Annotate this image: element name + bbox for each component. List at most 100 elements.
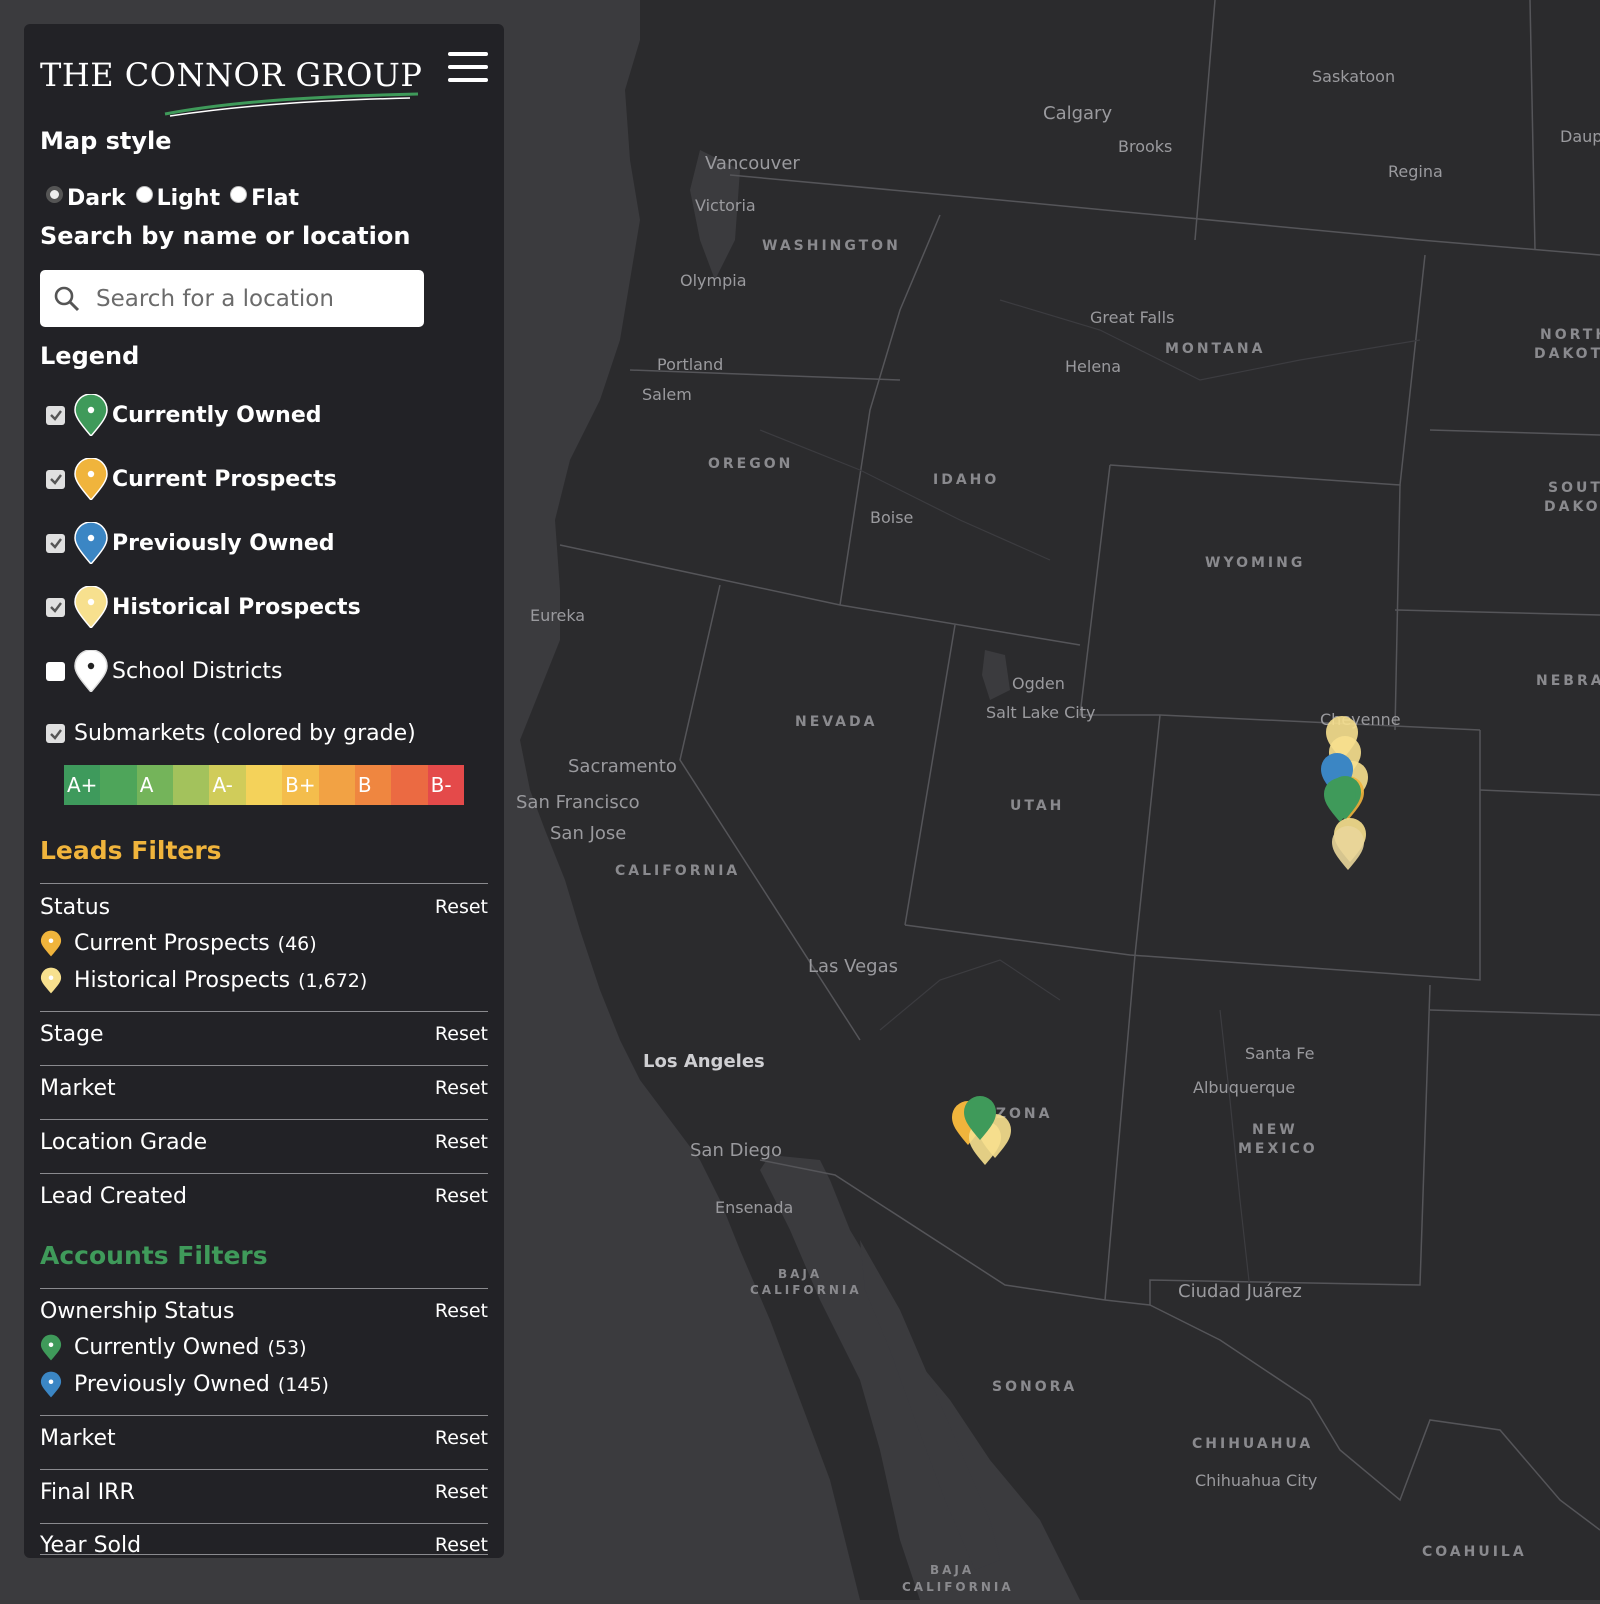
filter-lead-created-row: Lead Created Reset xyxy=(40,1181,488,1211)
legend-item-previously-owned[interactable]: Previously Owned xyxy=(46,522,335,564)
orange-pin-icon xyxy=(40,930,62,957)
map-style-light-radio[interactable] xyxy=(135,186,153,203)
checkmark-icon xyxy=(49,728,62,740)
legend-school-districts-checkbox[interactable] xyxy=(46,661,65,681)
green-pin-icon xyxy=(40,1334,62,1361)
hamburger-menu-button[interactable] xyxy=(448,52,488,86)
map-style-options: Dark Light Flat xyxy=(46,186,309,211)
map-label-san-jose: San Jose xyxy=(550,823,627,844)
leads-filters-heading: Leads Filters xyxy=(40,836,222,865)
legend-item-currently-owned[interactable]: Currently Owned xyxy=(46,394,322,436)
filter-ownership-status-row: Ownership Status Reset xyxy=(40,1296,488,1326)
ownership-previously-owned-count: (145) xyxy=(277,1373,329,1396)
light-yellow-pin-icon xyxy=(40,967,62,994)
map-label-ciudad-juarez: Ciudad Juárez xyxy=(1178,1281,1302,1302)
filter-year-sold-reset-button[interactable]: Reset xyxy=(435,1534,488,1556)
grade-a: A xyxy=(136,765,174,805)
map-label-calgary: Calgary xyxy=(1043,103,1113,124)
map-label-helena: Helena xyxy=(1065,357,1122,376)
map-label-sacramento: Sacramento xyxy=(568,756,677,777)
map-label-new-mexico-1: NEW xyxy=(1252,1122,1298,1138)
map-style-dark-label[interactable]: Dark xyxy=(67,186,126,211)
map-label-california: CALIFORNIA xyxy=(615,863,741,879)
divider xyxy=(40,1173,488,1174)
filter-account-market-reset-button[interactable]: Reset xyxy=(435,1427,488,1449)
map-label-great-falls: Great Falls xyxy=(1090,308,1175,327)
legend-submarkets-checkbox[interactable] xyxy=(46,724,65,743)
filter-account-market-label: Market xyxy=(40,1425,116,1451)
map-label-ensenada: Ensenada xyxy=(715,1198,794,1217)
divider xyxy=(40,883,488,884)
map-style-flat-label[interactable]: Flat xyxy=(251,186,299,211)
map-label-baja-sur-1: BAJA xyxy=(930,1563,975,1577)
map-label-north-dakota-2: DAKOTA xyxy=(1534,346,1600,362)
search-icon xyxy=(54,286,80,311)
map-label-new-mexico-2: MEXICO xyxy=(1238,1141,1318,1157)
brand-logo-text: THE CONNOR GROUP xyxy=(40,56,423,94)
legend-item-school-districts[interactable]: School Districts xyxy=(46,650,283,692)
legend-item-current-prospects[interactable]: Current Prospects xyxy=(46,458,337,500)
map-label-nebraska: NEBRAS xyxy=(1536,673,1600,689)
filter-final-irr-reset-button[interactable]: Reset xyxy=(435,1481,488,1503)
filter-status-label: Status xyxy=(40,894,111,920)
map-label-coahuila: COAHUILA xyxy=(1422,1544,1527,1560)
filter-stage-reset-button[interactable]: Reset xyxy=(435,1023,488,1045)
map-label-baja-sur-2: CALIFORNIA xyxy=(902,1580,1014,1594)
legend-item-historical-prospects[interactable]: Historical Prospects xyxy=(46,586,361,628)
legend-historical-prospects-checkbox[interactable] xyxy=(46,597,65,617)
filter-stage-label: Stage xyxy=(40,1021,104,1047)
blue-pin-icon xyxy=(40,1371,62,1398)
legend-item-submarkets[interactable]: Submarkets (colored by grade) xyxy=(46,721,416,746)
map-label-washington: WASHINGTON xyxy=(762,238,901,254)
filter-ownership-status-reset-button[interactable]: Reset xyxy=(435,1300,488,1322)
map-label-idaho: IDAHO xyxy=(933,472,1000,488)
status-current-prospects-label: Current Prospects xyxy=(74,931,270,956)
ownership-currently-owned-count: (53) xyxy=(267,1336,307,1359)
map-label-san-francisco: San Francisco xyxy=(516,792,640,813)
grade-swatch xyxy=(245,765,283,805)
map-label-santa-fe: Santa Fe xyxy=(1245,1044,1315,1063)
map-label-eureka: Eureka xyxy=(530,606,586,625)
filter-location-grade-reset-button[interactable]: Reset xyxy=(435,1131,488,1153)
filter-final-irr-label: Final IRR xyxy=(40,1479,135,1505)
divider xyxy=(40,1554,488,1555)
map-label-salem: Salem xyxy=(642,385,692,404)
search-heading: Search by name or location xyxy=(40,222,411,250)
grade-color-scale: A+ A A- B+ B B- xyxy=(64,765,464,805)
ownership-previously-owned-option[interactable]: Previously Owned (145) xyxy=(40,1371,329,1398)
filter-year-sold-row: Year Sold Reset xyxy=(40,1530,488,1560)
checkmark-icon xyxy=(49,474,62,485)
status-current-prospects-count: (46) xyxy=(277,932,317,955)
map-style-light-label[interactable]: Light xyxy=(157,186,221,211)
ownership-currently-owned-option[interactable]: Currently Owned (53) xyxy=(40,1334,307,1361)
map-label-regina: Regina xyxy=(1388,162,1443,181)
orange-pin-icon xyxy=(74,458,108,500)
checkmark-icon xyxy=(49,410,62,421)
legend-current-prospects-checkbox[interactable] xyxy=(46,469,65,489)
filter-status-reset-button[interactable]: Reset xyxy=(435,896,488,918)
map-label-los-angeles: Los Angeles xyxy=(643,1051,765,1072)
map-label-boise: Boise xyxy=(870,508,914,527)
map-label-wyoming: WYOMING xyxy=(1205,555,1306,571)
light-yellow-pin-icon xyxy=(74,586,108,628)
divider xyxy=(40,1523,488,1524)
map-style-heading: Map style xyxy=(40,127,172,155)
filter-stage-row: Stage Reset xyxy=(40,1019,488,1049)
status-historical-prospects-count: (1,672) xyxy=(298,969,368,992)
filter-ownership-status-label: Ownership Status xyxy=(40,1298,235,1324)
legend-currently-owned-label: Currently Owned xyxy=(112,402,322,428)
map-style-flat-radio[interactable] xyxy=(230,186,248,203)
status-current-prospects-option[interactable]: Current Prospects (46) xyxy=(40,930,317,957)
legend-previously-owned-checkbox[interactable] xyxy=(46,533,65,553)
status-historical-prospects-option[interactable]: Historical Prospects (1,672) xyxy=(40,967,367,994)
filter-market-reset-button[interactable]: Reset xyxy=(435,1077,488,1099)
legend-previously-owned-label: Previously Owned xyxy=(112,530,335,556)
map-label-montana: MONTANA xyxy=(1165,341,1266,357)
map-label-utah: UTAH xyxy=(1010,798,1065,814)
map-style-dark-radio[interactable] xyxy=(46,186,63,203)
checkmark-icon xyxy=(49,602,62,613)
filter-lead-created-reset-button[interactable]: Reset xyxy=(435,1185,488,1207)
legend-currently-owned-checkbox[interactable] xyxy=(46,405,65,425)
location-search-input[interactable]: Search for a location xyxy=(40,270,424,327)
filter-location-grade-label: Location Grade xyxy=(40,1129,208,1155)
